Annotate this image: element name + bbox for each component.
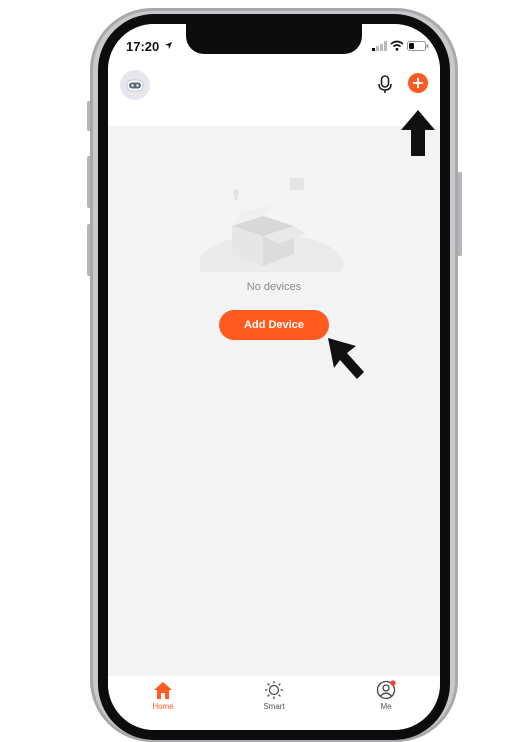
tab-smart-label: Smart [263, 702, 285, 711]
app-header [108, 70, 440, 126]
tab-me[interactable]: Me [356, 680, 416, 722]
robot-avatar-icon[interactable] [120, 70, 150, 100]
battery-icon [407, 41, 429, 51]
sun-icon [265, 681, 283, 699]
microphone-icon[interactable] [375, 74, 395, 96]
empty-box-illustration [199, 178, 343, 272]
empty-state-message: No devices [246, 281, 302, 293]
add-device-button[interactable]: Add Device [219, 310, 329, 340]
device-mockup: 17:20 No devices Add Device Home Smart M… [0, 0, 519, 742]
tab-smart[interactable]: Smart [244, 680, 304, 722]
tab-home-label: Home [152, 702, 174, 711]
notification-badge [390, 680, 396, 686]
up-arrow-annotation-icon [401, 110, 435, 156]
notch [186, 24, 362, 54]
tab-home[interactable]: Home [133, 680, 193, 722]
status-time: 17:20 [126, 39, 160, 54]
cursor-arrow-annotation-icon [328, 338, 364, 379]
location-arrow-icon [164, 41, 173, 50]
app-screen: 17:20 No devices Add Device Home Smart M… [108, 24, 440, 730]
home-icon [154, 682, 172, 699]
bottom-tab-bar: Home Smart Me [108, 676, 440, 730]
user-circle-icon [376, 680, 396, 700]
wifi-icon [390, 40, 404, 51]
signal-icon [372, 41, 387, 51]
plus-circle-icon[interactable] [408, 73, 428, 93]
tab-me-label: Me [380, 702, 392, 711]
